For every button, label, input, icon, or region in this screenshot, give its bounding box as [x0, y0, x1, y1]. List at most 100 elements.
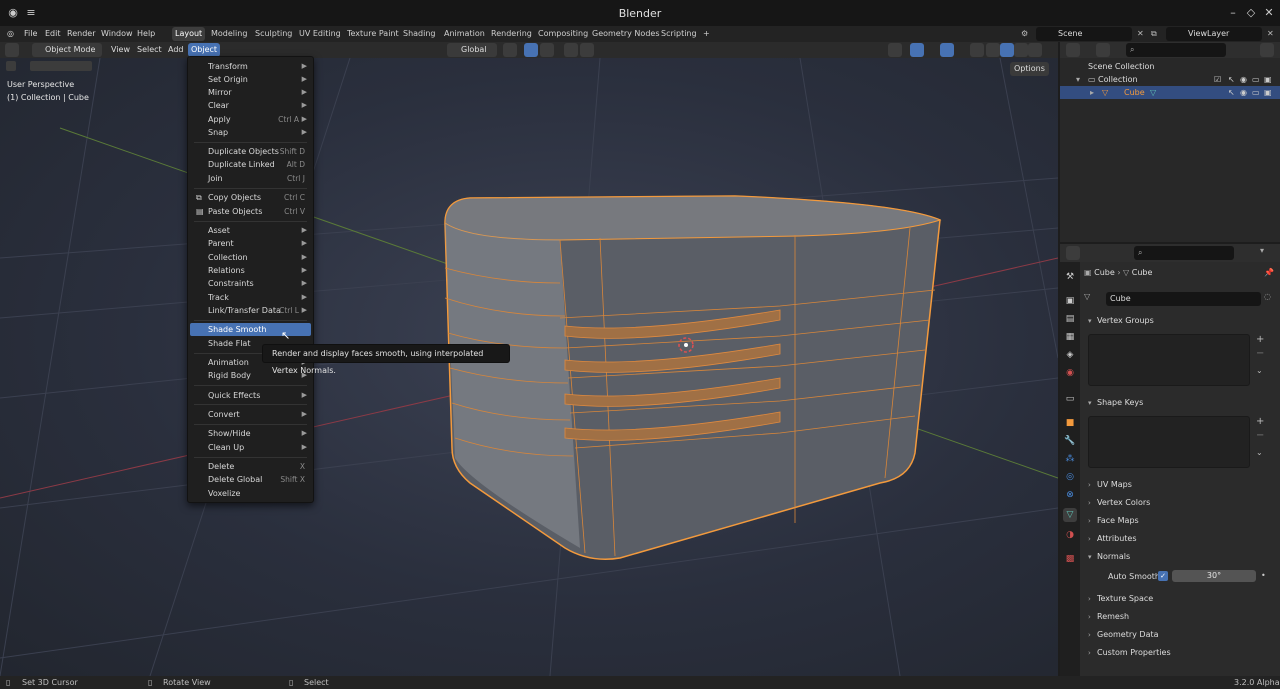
tab-sculpting[interactable]: Sculpting [252, 27, 295, 41]
menu-item-delete-global[interactable]: Delete Global Shift X [190, 473, 311, 486]
outliner-row-scene-collection[interactable]: Scene Collection [1060, 60, 1280, 73]
gizmo-icon[interactable] [910, 43, 924, 57]
view-layer-close-icon[interactable]: ✕ [1264, 27, 1277, 41]
scene-close-icon[interactable]: ✕ [1134, 27, 1147, 41]
menu-item-clear[interactable]: Clear ▶ [190, 99, 311, 112]
tab-uv-editing[interactable]: UV Editing [296, 27, 344, 41]
selection-mode-icons[interactable] [30, 61, 92, 71]
maximize-icon[interactable]: ◇ [1242, 4, 1260, 22]
menu-item-voxelize[interactable]: Voxelize [190, 487, 311, 500]
monitor-icon[interactable]: ▭ [1252, 86, 1260, 99]
outliner-editor-icon[interactable] [1066, 43, 1080, 57]
constraints-tab-icon[interactable]: ⊗ [1063, 488, 1077, 502]
tab-animation[interactable]: Animation [441, 27, 488, 41]
tab-rendering[interactable]: Rendering [488, 27, 535, 41]
menu-view[interactable]: View [108, 43, 133, 57]
camera-icon[interactable]: ▣ [1264, 86, 1272, 99]
snap-target-icon[interactable] [540, 43, 554, 57]
physics-tab-icon[interactable]: ◎ [1063, 470, 1077, 484]
orientation-dropdown[interactable]: Global [447, 43, 497, 57]
tab-layout[interactable]: Layout [172, 27, 206, 41]
eye-icon[interactable]: ◉ [1240, 86, 1247, 99]
pivot-icon[interactable] [503, 43, 517, 57]
menu-item-delete[interactable]: Delete X [190, 460, 311, 473]
add-vertex-group-icon[interactable]: + [1256, 334, 1264, 345]
select-icon[interactable]: ↖ [1228, 86, 1235, 99]
menu-item-quick-effects[interactable]: Quick Effects ▶ [190, 389, 311, 402]
rendered-shading-icon[interactable] [1028, 43, 1042, 57]
visibility-icon[interactable] [888, 43, 902, 57]
remove-vertex-group-icon[interactable]: − [1256, 348, 1264, 359]
panel-vertex-colors[interactable]: › Vertex Colors [1085, 495, 1275, 511]
blender-menu-icon[interactable]: ◎ [4, 27, 17, 41]
panel-uv-maps[interactable]: › UV Maps [1085, 477, 1275, 493]
panel-custom-properties[interactable]: › Custom Properties [1085, 645, 1275, 661]
data-tab-icon[interactable]: ▽ [1063, 508, 1077, 522]
3d-viewport[interactable] [0, 58, 1058, 676]
tab-texture-paint[interactable]: Texture Paint [344, 27, 402, 41]
scene-selector[interactable]: Scene [1036, 27, 1132, 41]
mode-dropdown[interactable]: Object Mode [32, 43, 102, 57]
menu-item-parent[interactable]: Parent ▶ [190, 237, 311, 250]
snap-icon[interactable] [524, 43, 538, 57]
mesh-data-icon[interactable]: ▽ [1150, 86, 1156, 99]
keyframe-dot-icon[interactable]: • [1261, 571, 1266, 580]
options-button[interactable]: Options [1010, 62, 1049, 76]
menu-item-snap[interactable]: Snap ▶ [190, 126, 311, 139]
add-workspace-button[interactable]: + [700, 27, 713, 41]
outliner-search-input[interactable]: ⌕ [1126, 43, 1226, 57]
pin-icon[interactable]: 📌 [1264, 268, 1274, 277]
menu-item-show-hide[interactable]: Show/Hide ▶ [190, 427, 311, 440]
scene-icon[interactable]: ⚙ [1018, 27, 1031, 41]
select-icon[interactable]: ↖ [1228, 73, 1235, 86]
particles-tab-icon[interactable]: ⁂ [1063, 452, 1077, 466]
monitor-icon[interactable]: ▭ [1252, 73, 1260, 86]
tab-scripting[interactable]: Scripting [658, 27, 700, 41]
menu-item-set-origin[interactable]: Set Origin ▶ [190, 73, 311, 86]
menu-item-duplicate-linked[interactable]: Duplicate Linked Alt D [190, 158, 311, 171]
menu-item-mirror[interactable]: Mirror ▶ [190, 86, 311, 99]
menu-help[interactable]: Help [134, 27, 158, 41]
remove-shape-key-icon[interactable]: − [1256, 430, 1264, 441]
falloff-icon[interactable] [580, 43, 594, 57]
proportional-edit-icon[interactable] [564, 43, 578, 57]
tab-modeling[interactable]: Modeling [208, 27, 250, 41]
solid-shading-icon[interactable] [1000, 43, 1014, 57]
menu-edit[interactable]: Edit [42, 27, 64, 41]
panel-attributes[interactable]: › Attributes [1085, 531, 1275, 547]
menu-item-shade-smooth[interactable]: Shade Smooth [190, 323, 311, 336]
panel-remesh[interactable]: › Remesh [1085, 609, 1275, 625]
menu-add[interactable]: Add [165, 43, 187, 57]
menu-item-paste-objects[interactable]: ▤ Paste Objects Ctrl V [190, 205, 311, 218]
panel-vertex-groups[interactable]: ▾ Vertex Groups [1085, 313, 1275, 329]
close-icon[interactable]: ✕ [1260, 4, 1278, 22]
material-shading-icon[interactable] [1014, 43, 1028, 57]
menu-item-clean-up[interactable]: Clean Up ▶ [190, 441, 311, 454]
tool-tab-icon[interactable]: ⚒ [1063, 270, 1077, 284]
vertex-groups-list[interactable] [1088, 334, 1250, 386]
options-chevron-icon[interactable]: ▾ [1260, 246, 1274, 260]
panel-normals[interactable]: ▾ Normals [1085, 549, 1275, 565]
outliner-row-collection[interactable]: ▾ ▭ Collection ☑ ↖ ◉ ▭ ▣ [1060, 73, 1280, 86]
object-tab-icon[interactable]: ■ [1063, 416, 1077, 430]
tab-shading[interactable]: Shading [400, 27, 439, 41]
panel-shape-keys[interactable]: ▾ Shape Keys [1085, 395, 1275, 411]
menu-item-collection[interactable]: Collection ▶ [190, 251, 311, 264]
menu-item-track[interactable]: Track ▶ [190, 291, 311, 304]
properties-editor-icon[interactable] [1066, 246, 1080, 260]
modifier-tab-icon[interactable]: 🔧 [1063, 434, 1077, 448]
menu-select[interactable]: Select [134, 43, 165, 57]
material-tab-icon[interactable]: ◑ [1063, 528, 1077, 542]
expand-arrow-icon[interactable]: ▸ [1090, 86, 1094, 99]
menu-object[interactable]: Object [188, 43, 221, 57]
overlays-icon[interactable] [940, 43, 954, 57]
display-mode-icon[interactable] [1096, 43, 1110, 57]
menu-window[interactable]: Window [98, 27, 136, 41]
xray-icon[interactable] [970, 43, 984, 57]
tool-select-icon[interactable] [6, 61, 16, 71]
menu-file[interactable]: File [21, 27, 40, 41]
auto-smooth-checkbox[interactable]: ✓ [1158, 571, 1168, 581]
menu-render[interactable]: Render [64, 27, 98, 41]
properties-search-input[interactable]: ⌕ [1134, 246, 1234, 260]
checkbox-icon[interactable]: ☑ [1214, 73, 1221, 86]
